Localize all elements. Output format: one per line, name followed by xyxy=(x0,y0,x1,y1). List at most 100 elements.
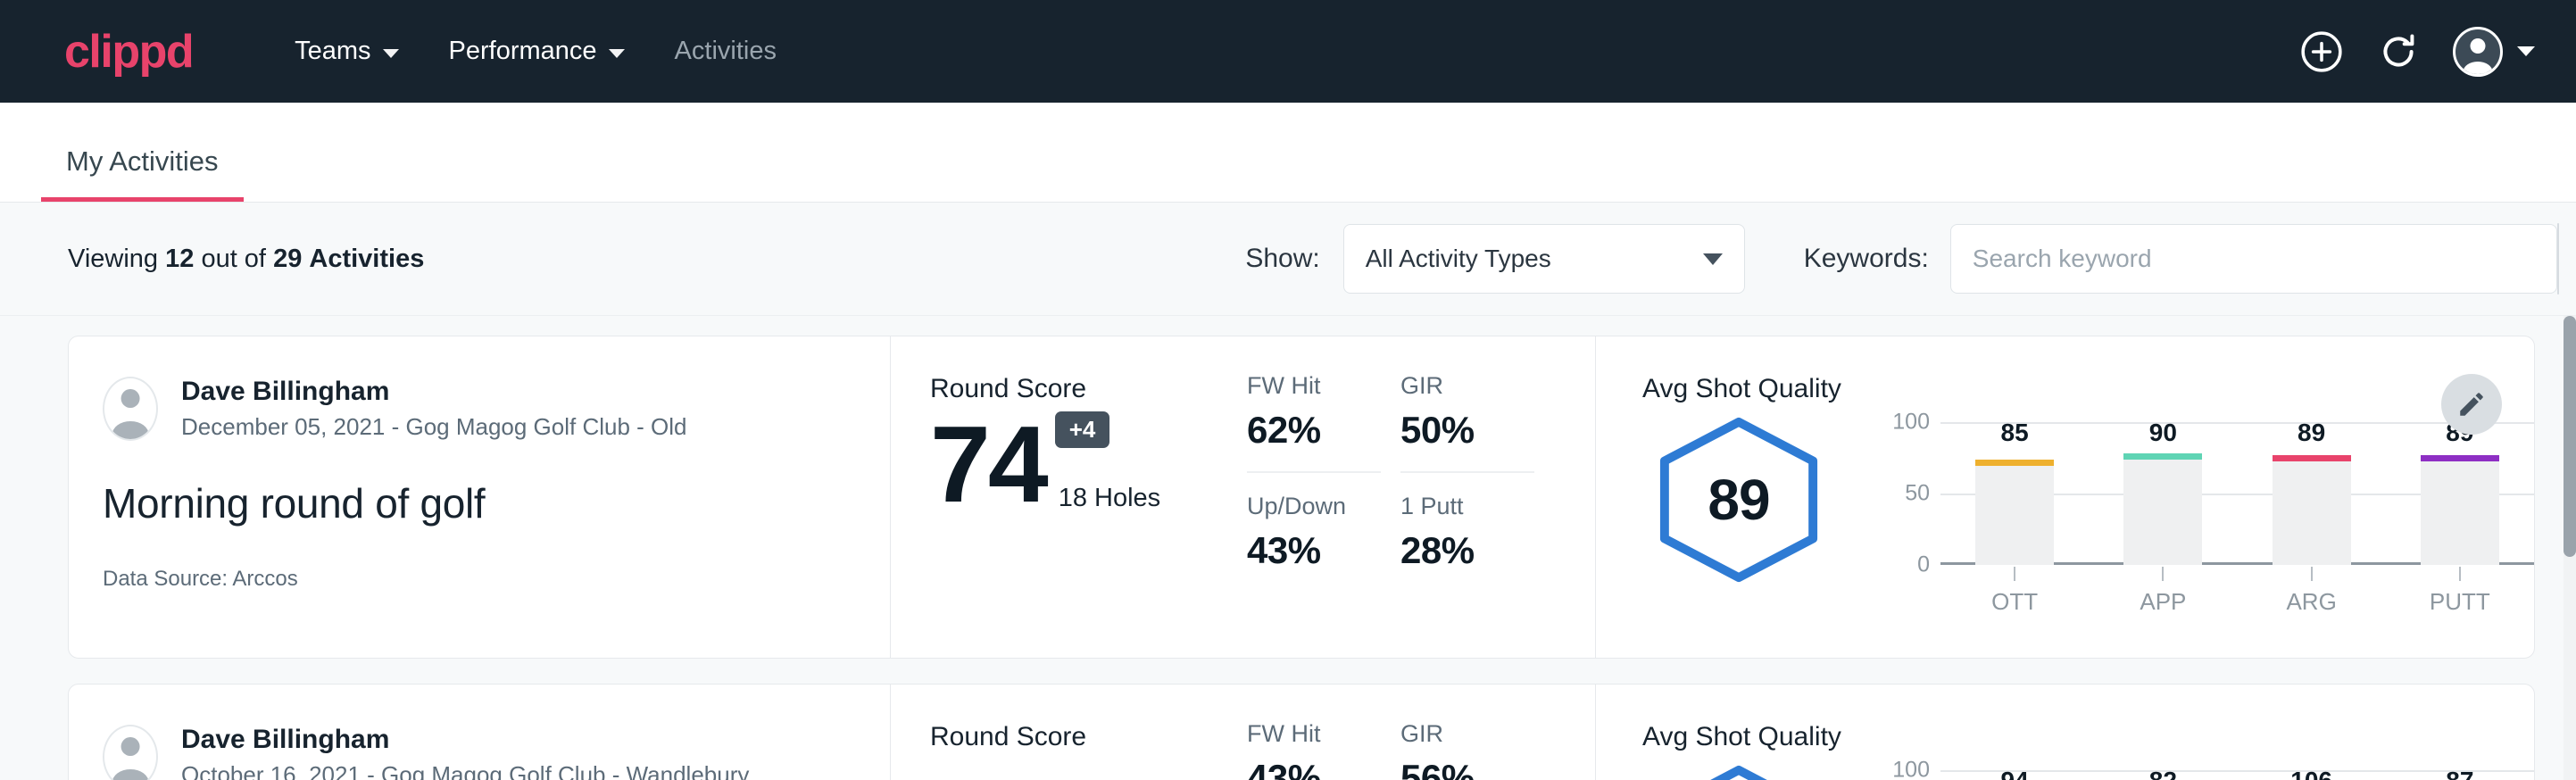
chart-bars: 85 90 xyxy=(1940,422,2534,565)
x-label-app: APP xyxy=(2140,588,2186,616)
activity-meta: December 05, 2021 - Gog Magog Golf Club … xyxy=(181,411,687,444)
activity-data-source: Data Source: Arccos xyxy=(103,567,890,592)
activity-card[interactable]: Dave Billingham December 05, 2021 - Gog … xyxy=(68,336,2535,659)
nav-item-teams[interactable]: Teams xyxy=(270,37,423,66)
page-scrollbar[interactable] xyxy=(2564,316,2576,780)
bar-value-label: 82 xyxy=(2123,767,2202,780)
stat-gir: GIR 56% xyxy=(1400,720,1534,780)
viewing-suffix: Activities xyxy=(309,245,424,273)
stat-fw-hit-value: 43% xyxy=(1247,757,1381,780)
round-score-label: Round Score xyxy=(930,374,1247,404)
y-tick-100: 100 xyxy=(1892,410,1930,436)
activity-author: Dave Billingham October 16, 2021 - Gog M… xyxy=(103,722,890,780)
bar-column: 87 xyxy=(2421,770,2499,780)
edit-activity-button[interactable] xyxy=(2441,374,2502,435)
bar-cap-putt xyxy=(2421,455,2499,461)
stat-fw-hit: FW Hit 62% xyxy=(1247,372,1381,473)
nav-item-activities-label: Activities xyxy=(675,37,777,66)
avatar xyxy=(103,377,158,441)
bar-value-label: 85 xyxy=(1975,419,2054,447)
x-label-group: APP xyxy=(2123,567,2202,616)
x-label-ott: OTT xyxy=(1991,588,2038,616)
list-view-button[interactable] xyxy=(2558,224,2559,294)
activity-type-select[interactable]: All Activity Types xyxy=(1343,224,1745,294)
activity-type-select-value: All Activity Types xyxy=(1366,245,1551,273)
top-navigation-bar: clippd Teams Performance Activities xyxy=(0,0,2576,103)
activity-card[interactable]: Dave Billingham October 16, 2021 - Gog M… xyxy=(68,684,2535,780)
avg-shot-quality-label: Avg Shot Quality xyxy=(1642,722,2534,752)
bar-column: 94 xyxy=(1975,770,2054,780)
bar-app xyxy=(2123,453,2202,565)
round-score-section: Round Score xyxy=(890,685,1247,780)
keywords-filter-group: Keywords: xyxy=(1804,224,2557,294)
shot-quality-chart: 100 50 0 94 xyxy=(1846,763,2534,780)
add-circle-icon[interactable] xyxy=(2299,29,2344,74)
shot-quality-hexagon xyxy=(1649,763,1846,780)
stat-gir-label: GIR xyxy=(1400,372,1534,400)
stat-one-putt-value: 28% xyxy=(1400,529,1534,572)
stat-gir: GIR 50% xyxy=(1400,372,1534,473)
shot-quality-value: 89 xyxy=(1649,415,1828,585)
bar-column: 89 xyxy=(2273,422,2351,565)
bar-cap-ott xyxy=(1975,460,2054,466)
avg-shot-quality-section: Avg Shot Quality 89 100 50 xyxy=(1595,336,2534,658)
bar-putt xyxy=(2421,455,2499,565)
clippd-logo[interactable]: clippd xyxy=(64,29,193,75)
bar-ott xyxy=(1975,460,2054,565)
search-input[interactable] xyxy=(1950,224,2557,294)
view-mode-toggle-group xyxy=(2557,223,2559,295)
x-tick-mark xyxy=(2459,567,2461,581)
nav-item-activities[interactable]: Activities xyxy=(650,37,802,66)
bar-arg xyxy=(2273,455,2351,565)
round-score-label: Round Score xyxy=(930,722,1247,752)
page-tab-bar: My Activities xyxy=(0,103,2576,203)
stat-one-putt-label: 1 Putt xyxy=(1400,493,1534,520)
avatar xyxy=(103,725,158,780)
shot-quality-value xyxy=(1649,763,1828,780)
chart-bars: 94 82 xyxy=(1940,770,2534,780)
viewing-middle: out of xyxy=(201,245,266,273)
author-name: Dave Billingham xyxy=(181,374,687,411)
refresh-icon[interactable] xyxy=(2376,29,2421,74)
nav-item-performance[interactable]: Performance xyxy=(424,37,650,66)
stat-gir-value: 56% xyxy=(1400,757,1534,780)
avatar xyxy=(2453,27,2503,77)
x-tick-mark xyxy=(2162,567,2164,581)
holes-played: 18 Holes xyxy=(1059,484,1160,513)
author-name: Dave Billingham xyxy=(181,722,749,759)
account-menu[interactable] xyxy=(2453,27,2535,77)
score-to-par-badge: +4 xyxy=(1055,411,1110,448)
activity-author: Dave Billingham December 05, 2021 - Gog … xyxy=(103,374,890,444)
activity-info: Dave Billingham October 16, 2021 - Gog M… xyxy=(69,685,890,780)
x-label-arg: ARG xyxy=(2286,588,2336,616)
y-tick-100: 100 xyxy=(1892,758,1930,780)
x-label-putt: PUTT xyxy=(2430,588,2490,616)
show-label: Show: xyxy=(1245,244,1319,274)
bar-value-label: 89 xyxy=(2273,419,2351,447)
shot-quality-chart: 100 50 0 85 xyxy=(1846,415,2534,616)
x-label-group: PUTT xyxy=(2421,567,2499,616)
bar-value-label: 87 xyxy=(2421,767,2499,780)
nav-item-performance-label: Performance xyxy=(449,37,597,66)
top-right-actions xyxy=(2299,27,2535,77)
avg-shot-quality-section: Avg Shot Quality 100 50 xyxy=(1595,685,2534,780)
bar-column: 89 xyxy=(2421,422,2499,565)
filter-toolbar: Viewing 12 out of 29 Activities Show: Al… xyxy=(0,203,2576,316)
chevron-down-icon xyxy=(2517,46,2535,56)
round-score-section: Round Score 74 +4 18 Holes xyxy=(890,336,1247,658)
activity-title: Morning round of golf xyxy=(103,479,890,527)
chevron-down-icon xyxy=(609,49,625,58)
chart-y-axis: 100 50 0 xyxy=(1878,422,1935,565)
stats-section: FW Hit 43% GIR 56% xyxy=(1247,685,1595,780)
bar-column: 85 xyxy=(1975,422,2054,565)
stat-fw-hit-value: 62% xyxy=(1247,409,1381,452)
scrollbar-thumb[interactable] xyxy=(2564,316,2576,557)
pencil-icon xyxy=(2456,389,2487,419)
stat-gir-value: 50% xyxy=(1400,409,1534,452)
stat-gir-label: GIR xyxy=(1400,720,1534,748)
stats-section: FW Hit 62% GIR 50% Up/Down 43% 1 Putt 28… xyxy=(1247,336,1595,658)
stat-up-down-value: 43% xyxy=(1247,529,1381,572)
tab-my-activities[interactable]: My Activities xyxy=(41,145,244,202)
activity-list[interactable]: Dave Billingham December 05, 2021 - Gog … xyxy=(0,316,2576,780)
bar-value-label: 94 xyxy=(1975,767,2054,780)
